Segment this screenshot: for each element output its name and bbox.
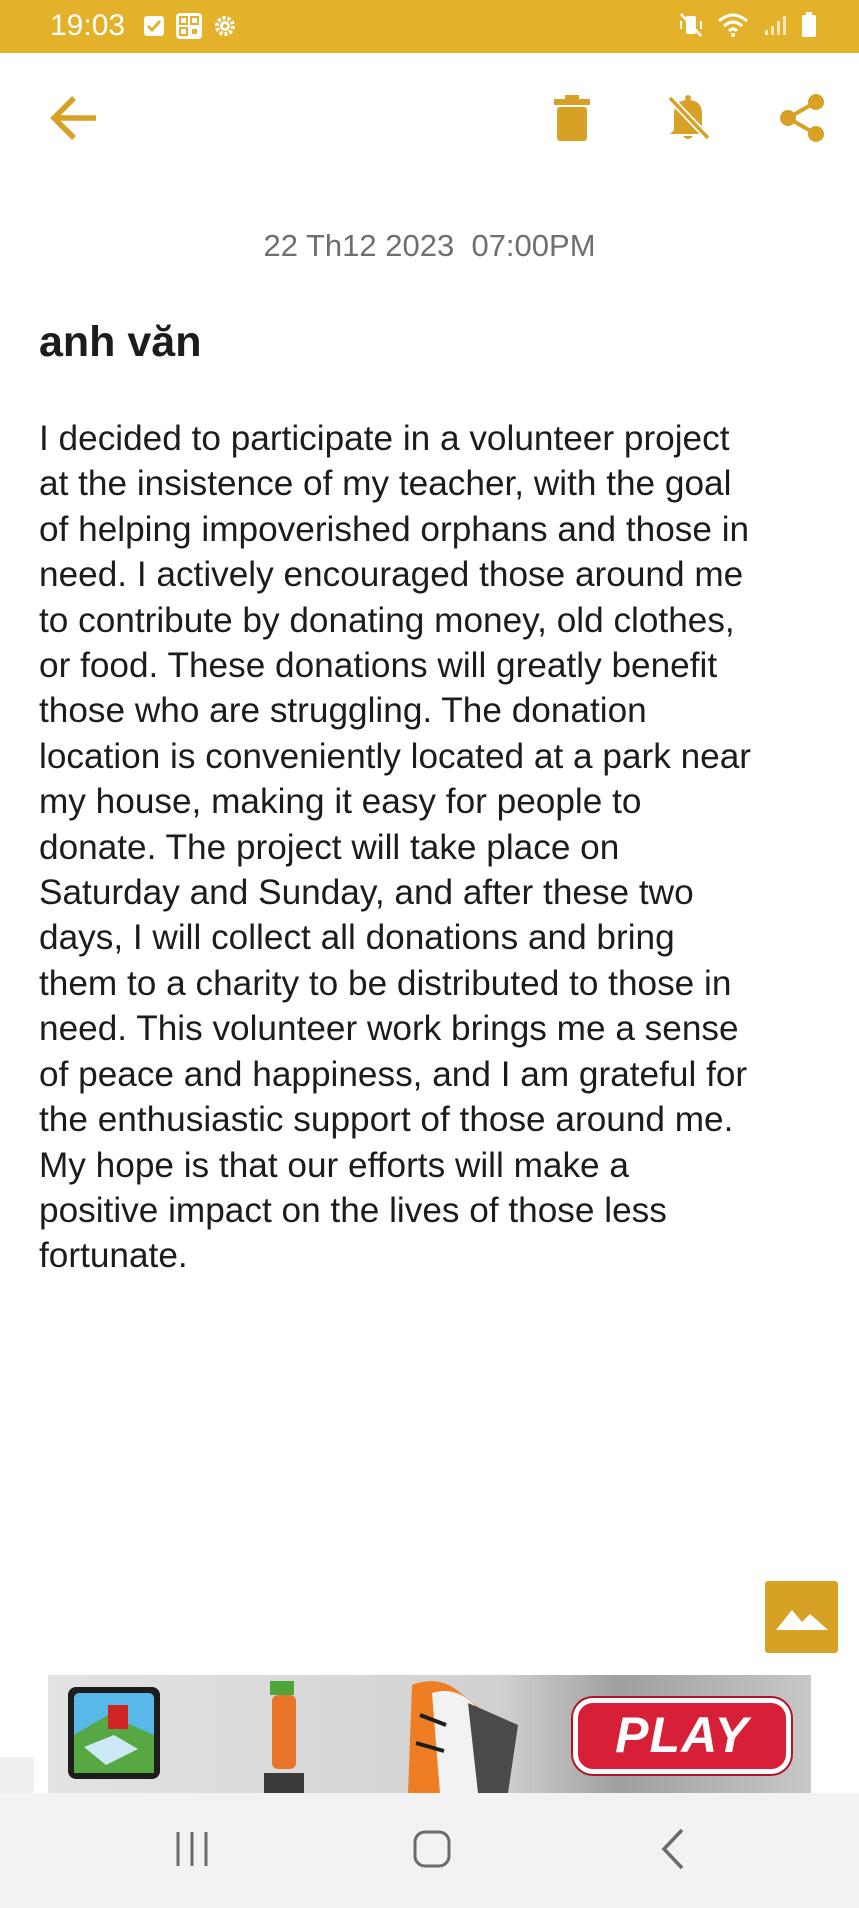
ad-info-tab[interactable] (0, 1757, 34, 1793)
back-button[interactable] (44, 90, 104, 150)
note-body-line: to contribute by donating money, old clo… (39, 600, 735, 640)
note-date: 22 Th12 2023 07:00PM (263, 228, 596, 263)
checkbox-notification-icon (143, 15, 165, 42)
settings-gear-icon (213, 14, 237, 43)
delete-button[interactable] (542, 90, 602, 150)
note-body-line: of peace and happiness, and I am gratefu… (39, 1054, 748, 1094)
battery-icon (801, 12, 817, 43)
note-body-line: at the insistence of my teacher, with th… (39, 464, 732, 504)
ad-banner[interactable]: PLAY (48, 1675, 811, 1793)
note-body-line: need. This volunteer work brings me a se… (39, 1009, 739, 1049)
back-nav-button[interactable] (638, 1821, 708, 1881)
home-button[interactable] (397, 1821, 467, 1881)
status-time: 19:03 (50, 9, 126, 42)
ad-play-button[interactable]: PLAY (573, 1698, 791, 1774)
note-body-line: positive impact on the lives of those le… (39, 1190, 667, 1230)
note-body-line: donate. The project will take place on (39, 827, 620, 867)
note-body-line: them to a charity to be distributed to t… (39, 963, 732, 1003)
note-body-line: need. I actively encouraged those around… (39, 555, 744, 595)
note-body-line: location is conveniently located at a pa… (39, 736, 751, 776)
back-chevron-icon (658, 1827, 688, 1876)
trash-icon (554, 94, 590, 146)
note-body-line: or food. These donations will greatly be… (39, 646, 718, 686)
system-nav-bar (0, 1793, 859, 1908)
home-icon (412, 1829, 452, 1874)
share-button[interactable] (772, 90, 832, 150)
image-landscape-icon (775, 1600, 828, 1635)
note-body-line: Saturday and Sunday, and after these two (39, 873, 694, 913)
recent-apps-button[interactable] (157, 1821, 227, 1881)
note-body[interactable]: I decided to participate in a volunteer … (39, 416, 829, 1279)
note-body-line: of helping impoverished orphans and thos… (39, 509, 750, 549)
back-arrow-icon (48, 94, 100, 147)
note-title[interactable]: anh văn (39, 318, 202, 367)
add-image-button[interactable] (765, 1581, 838, 1653)
note-body-line: My hope is that our efforts will make a (39, 1145, 629, 1185)
vibrate-mute-icon (679, 12, 703, 43)
reminder-off-button[interactable] (658, 90, 718, 150)
note-body-line: my house, making it easy for people to (39, 782, 642, 822)
qr-code-icon (175, 12, 203, 45)
share-icon (778, 93, 826, 148)
note-toolbar (0, 53, 859, 188)
note-body-line: those who are struggling. The donation (39, 691, 647, 731)
status-bar: 19:03 (0, 0, 859, 53)
signal-icon (763, 13, 787, 42)
note-body-line: fortunate. (39, 1236, 188, 1276)
note-detail-screen: 19:03 22 Th12 2023 07:00PM anh văn I dec… (0, 0, 859, 1908)
wifi-icon (717, 13, 749, 42)
note-body-line: days, I will collect all donations and b… (39, 918, 675, 958)
bell-off-icon (666, 94, 711, 147)
recent-apps-icon (172, 1830, 212, 1873)
note-body-line: I decided to participate in a volunteer … (39, 419, 730, 458)
note-body-line: the enthusiastic support of those around… (39, 1100, 734, 1140)
